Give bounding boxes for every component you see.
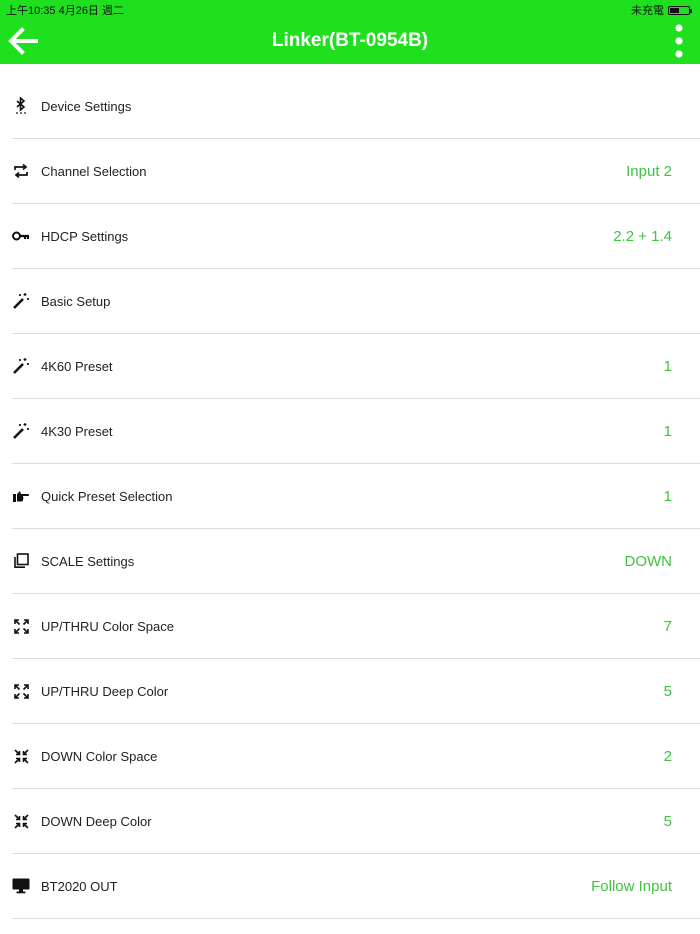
setting-row-quick-preset-selection[interactable]: Quick Preset Selection 1 [12, 464, 700, 529]
setting-row-up-thru-color-space[interactable]: UP/THRU Color Space 7 [12, 594, 700, 659]
setting-value: 1 [663, 487, 672, 505]
setting-row-down-color-space[interactable]: DOWN Color Space 2 [12, 724, 700, 789]
status-bar: 上午10:35 4月26日 週二 未充電 [0, 0, 700, 18]
setting-row-channel-selection[interactable]: Channel Selection Input 2 [12, 139, 700, 204]
setting-label: BT2020 OUT [41, 878, 118, 894]
setting-value: 7 [663, 617, 672, 635]
setting-row-4k60-preset[interactable]: 4K60 Preset 1 [12, 334, 700, 399]
setting-label: 4K30 Preset [41, 423, 113, 439]
setting-value: 1 [663, 422, 672, 440]
setting-row-scale-settings[interactable]: SCALE Settings DOWN [12, 529, 700, 594]
setting-value: 5 [663, 812, 672, 830]
setting-label: 4K60 Preset [41, 358, 113, 374]
setting-label: UP/THRU Deep Color [41, 683, 169, 699]
setting-label: Basic Setup [41, 293, 111, 309]
setting-label: DOWN Deep Color [41, 813, 152, 829]
magic-wand-icon [12, 357, 30, 375]
copy-icon [12, 552, 30, 570]
setting-value: Input 2 [626, 162, 672, 180]
status-time-date: 上午10:35 4月26日 週二 [6, 5, 124, 17]
swap-icon [12, 162, 30, 180]
setting-row-4k30-preset[interactable]: 4K30 Preset 1 [12, 399, 700, 464]
setting-label: UP/THRU Color Space [41, 618, 174, 634]
battery-icon [668, 5, 692, 15]
setting-row-up-thru-deep-color[interactable]: UP/THRU Deep Color 5 [12, 659, 700, 724]
setting-label: Device Settings [41, 98, 132, 114]
setting-value: DOWN [624, 552, 673, 570]
setting-value: 5 [663, 682, 672, 700]
setting-row-bt2020-out[interactable]: BT2020 OUT Follow Input [12, 854, 700, 919]
more-options-button[interactable] [668, 22, 690, 60]
expand-icon [12, 617, 30, 635]
setting-row-device-settings[interactable]: Device Settings [12, 74, 700, 139]
setting-label: Quick Preset Selection [41, 488, 173, 504]
bluetooth-icon [12, 97, 30, 115]
magic-wand-icon [12, 292, 30, 310]
setting-value: 2 [663, 747, 672, 765]
setting-value: Follow Input [591, 877, 672, 895]
pointing-hand-icon [12, 487, 30, 505]
setting-label: DOWN Color Space [41, 748, 158, 764]
monitor-icon [12, 877, 30, 895]
compress-icon [12, 812, 30, 830]
status-right: 未充電 [631, 2, 692, 18]
setting-label: SCALE Settings [41, 553, 135, 569]
page-title: Linker(BT-0954B) [271, 30, 429, 51]
setting-value: 2.2 + 1.4 [613, 227, 672, 245]
expand-icon [12, 682, 30, 700]
setting-row-hdcp-settings[interactable]: HDCP Settings 2.2 + 1.4 [12, 204, 700, 269]
nav-bar: Linker(BT-0954B) [0, 18, 700, 64]
top-bar: 上午10:35 4月26日 週二 未充電 Linker(BT-0954B) [0, 0, 700, 64]
more-vertical-icon [675, 24, 683, 58]
setting-row-down-deep-color[interactable]: DOWN Deep Color 5 [12, 789, 700, 854]
key-icon [12, 227, 30, 245]
setting-row-basic-setup[interactable]: Basic Setup [12, 269, 700, 334]
charging-status: 未充電 [631, 5, 664, 17]
setting-value: 1 [663, 357, 672, 375]
compress-icon [12, 747, 30, 765]
settings-list: Device Settings Channel Selection Input 2 H… [0, 74, 700, 919]
magic-wand-icon [12, 422, 30, 440]
setting-label: HDCP Settings [41, 228, 129, 244]
setting-label: Channel Selection [41, 163, 147, 179]
